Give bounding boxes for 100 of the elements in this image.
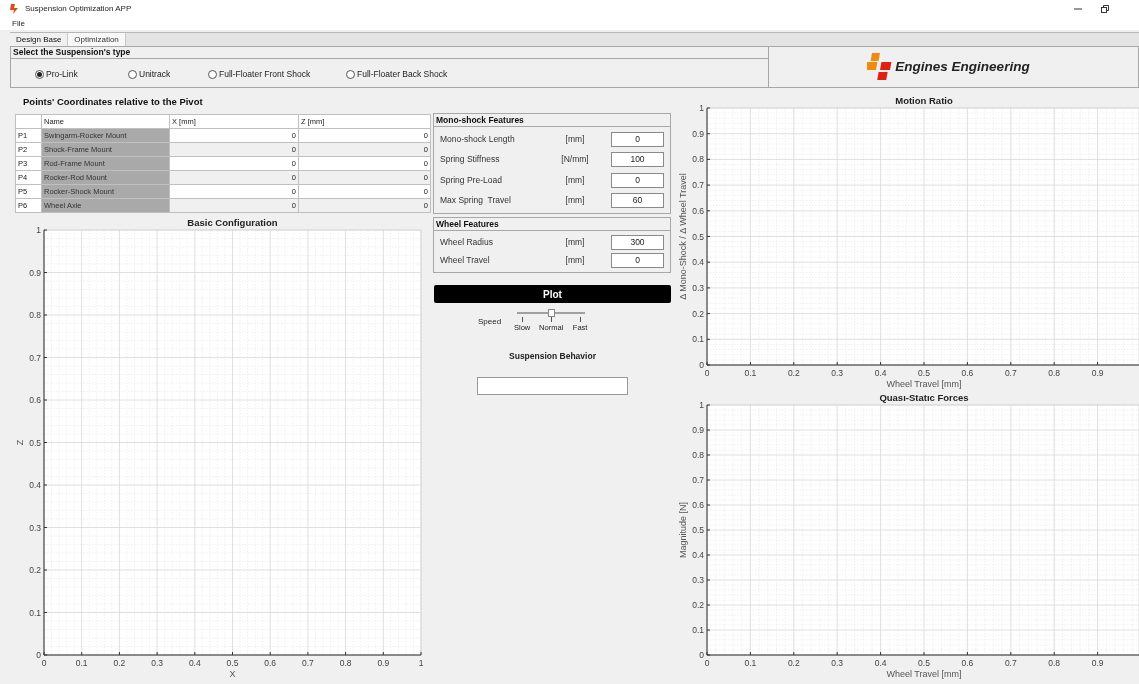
tick-label: 0.6 [29,395,41,406]
radio-option[interactable]: Pro-Link [35,68,128,81]
field-label: Wheel Radius [439,235,494,249]
number-field[interactable]: 60 [611,193,664,209]
tick-label: 0.8 [339,658,352,669]
panel-title: Mono-shock Features [436,113,524,127]
number-field[interactable]: 100 [611,152,664,168]
tick-label: 0.5 [918,368,930,378]
tick-label: 0 [704,658,710,668]
tick-label: 0.3 [29,522,41,533]
tick-label: 0.2 [787,368,800,378]
tick-label: 0.8 [692,450,704,460]
radio-button[interactable] [346,69,355,79]
unit-label: [mm] [564,235,586,249]
tick-label: 0 [704,368,710,378]
tick-label: 0.5 [29,437,41,448]
tick-label: 0.8 [1048,658,1061,668]
tick-label: 0.1 [744,368,757,378]
section-title: Suspension Behavior [508,350,597,363]
tick-label: 0.4 [692,257,704,268]
tick-label: 0.5 [226,658,239,669]
chart-title: Quasi-Static Forces [879,395,969,403]
radio-option[interactable]: Full-Floater Front Shock [208,68,346,81]
tick-label: 0.5 [692,525,704,535]
unit-label: [N/mm] [560,153,590,167]
panel-title: Select the Suspension's type [13,46,131,59]
tick-label: 0.5 [692,231,704,242]
unit-label: [mm] [564,173,586,187]
tick-label: 0.8 [1048,368,1061,378]
number-field[interactable]: 0 [611,253,664,269]
speed-slider[interactable] [517,309,586,317]
tick-label: 0.3 [692,575,704,585]
number-field[interactable]: 0 [611,131,664,147]
number-field[interactable]: 0 [611,172,664,188]
tick-label: 0.3 [831,368,844,378]
tick-label: 0.2 [29,565,41,576]
tick-label: 1 [699,400,704,410]
tick-label: 0.7 [29,352,41,363]
tick-label: 0.3 [831,658,844,668]
field-label: Mono-shock Length [439,132,516,146]
tick-label: 0.4 [874,368,887,378]
unit-label: [mm] [564,194,586,208]
tick-label: 0.6 [961,368,974,378]
menu-item[interactable]: File [12,18,25,30]
tab[interactable]: Optimization [68,33,126,46]
tick-label: 0 [36,650,41,661]
section-title: Points' Coordinates relative to the Pivot [23,95,204,109]
radio-button[interactable] [208,69,217,79]
radio-option[interactable]: Full-Floater Back Shock [346,68,476,81]
tick-label: 0.2 [692,308,704,319]
tick-label: 0.5 [918,658,930,668]
minimize-icon[interactable] [1074,5,1082,13]
field-label: Spring Pre-Load [439,173,503,187]
tick-label: 0.9 [1091,368,1104,378]
tick-label: 0.6 [692,205,704,216]
tick-label: 0.9 [377,658,390,669]
tick-label: 0.4 [692,550,704,560]
chart-title: Basic Configuration [187,217,278,229]
tick-label: 0.2 [113,658,126,669]
behavior-field[interactable] [477,377,628,395]
tick-label: 0.4 [874,658,887,668]
window-title: Suspension Optimization APP [25,3,132,15]
x-axis-label: Wheel Travel [mm] [886,379,962,389]
tick-label: 0.7 [302,658,314,669]
slider-thumb[interactable] [547,309,555,317]
tick-label: 0.1 [692,334,704,345]
radio-option[interactable]: Unitrack [128,68,208,81]
radio-button[interactable] [128,69,137,79]
tick-label: 0.9 [692,425,704,435]
field-label: Spring Stiffness [439,153,501,167]
x-axis-label: X [229,669,236,680]
tick-label: 0.9 [1091,658,1104,668]
y-axis-label: Z [15,440,25,446]
slider-label: Speed [478,316,502,328]
tick-label: 0.2 [787,658,800,668]
tick-label: 0 [41,658,47,669]
tick-label: 0.4 [188,658,201,669]
tick-label: 1 [418,658,424,669]
tab[interactable]: Design Base [10,33,69,46]
tick-label: 0 [699,360,704,370]
tick-label: 0.8 [29,310,41,321]
tick-label: 0.3 [692,282,704,293]
unit-label: [mm] [564,254,586,268]
tick-label: 0.8 [692,154,704,165]
tick-label: 0.9 [692,128,704,139]
restore-icon[interactable] [1101,5,1109,13]
tick-label: 0.6 [961,658,974,668]
plot-button[interactable]: Plot [434,285,671,303]
tick-label: 0.9 [29,267,41,278]
tick-label: 1 [699,103,704,113]
tick-label: 0.4 [29,480,41,491]
number-field[interactable]: 300 [611,234,664,250]
logo-icon [867,53,894,81]
radio-button[interactable] [35,69,44,79]
tick-label: 0.1 [744,658,757,668]
tick-label: 0.6 [264,658,277,669]
app-icon [10,4,19,14]
tick-label: 0.7 [692,180,704,191]
tick-label: 0 [699,650,704,660]
field-label: Wheel Travel [439,254,491,268]
